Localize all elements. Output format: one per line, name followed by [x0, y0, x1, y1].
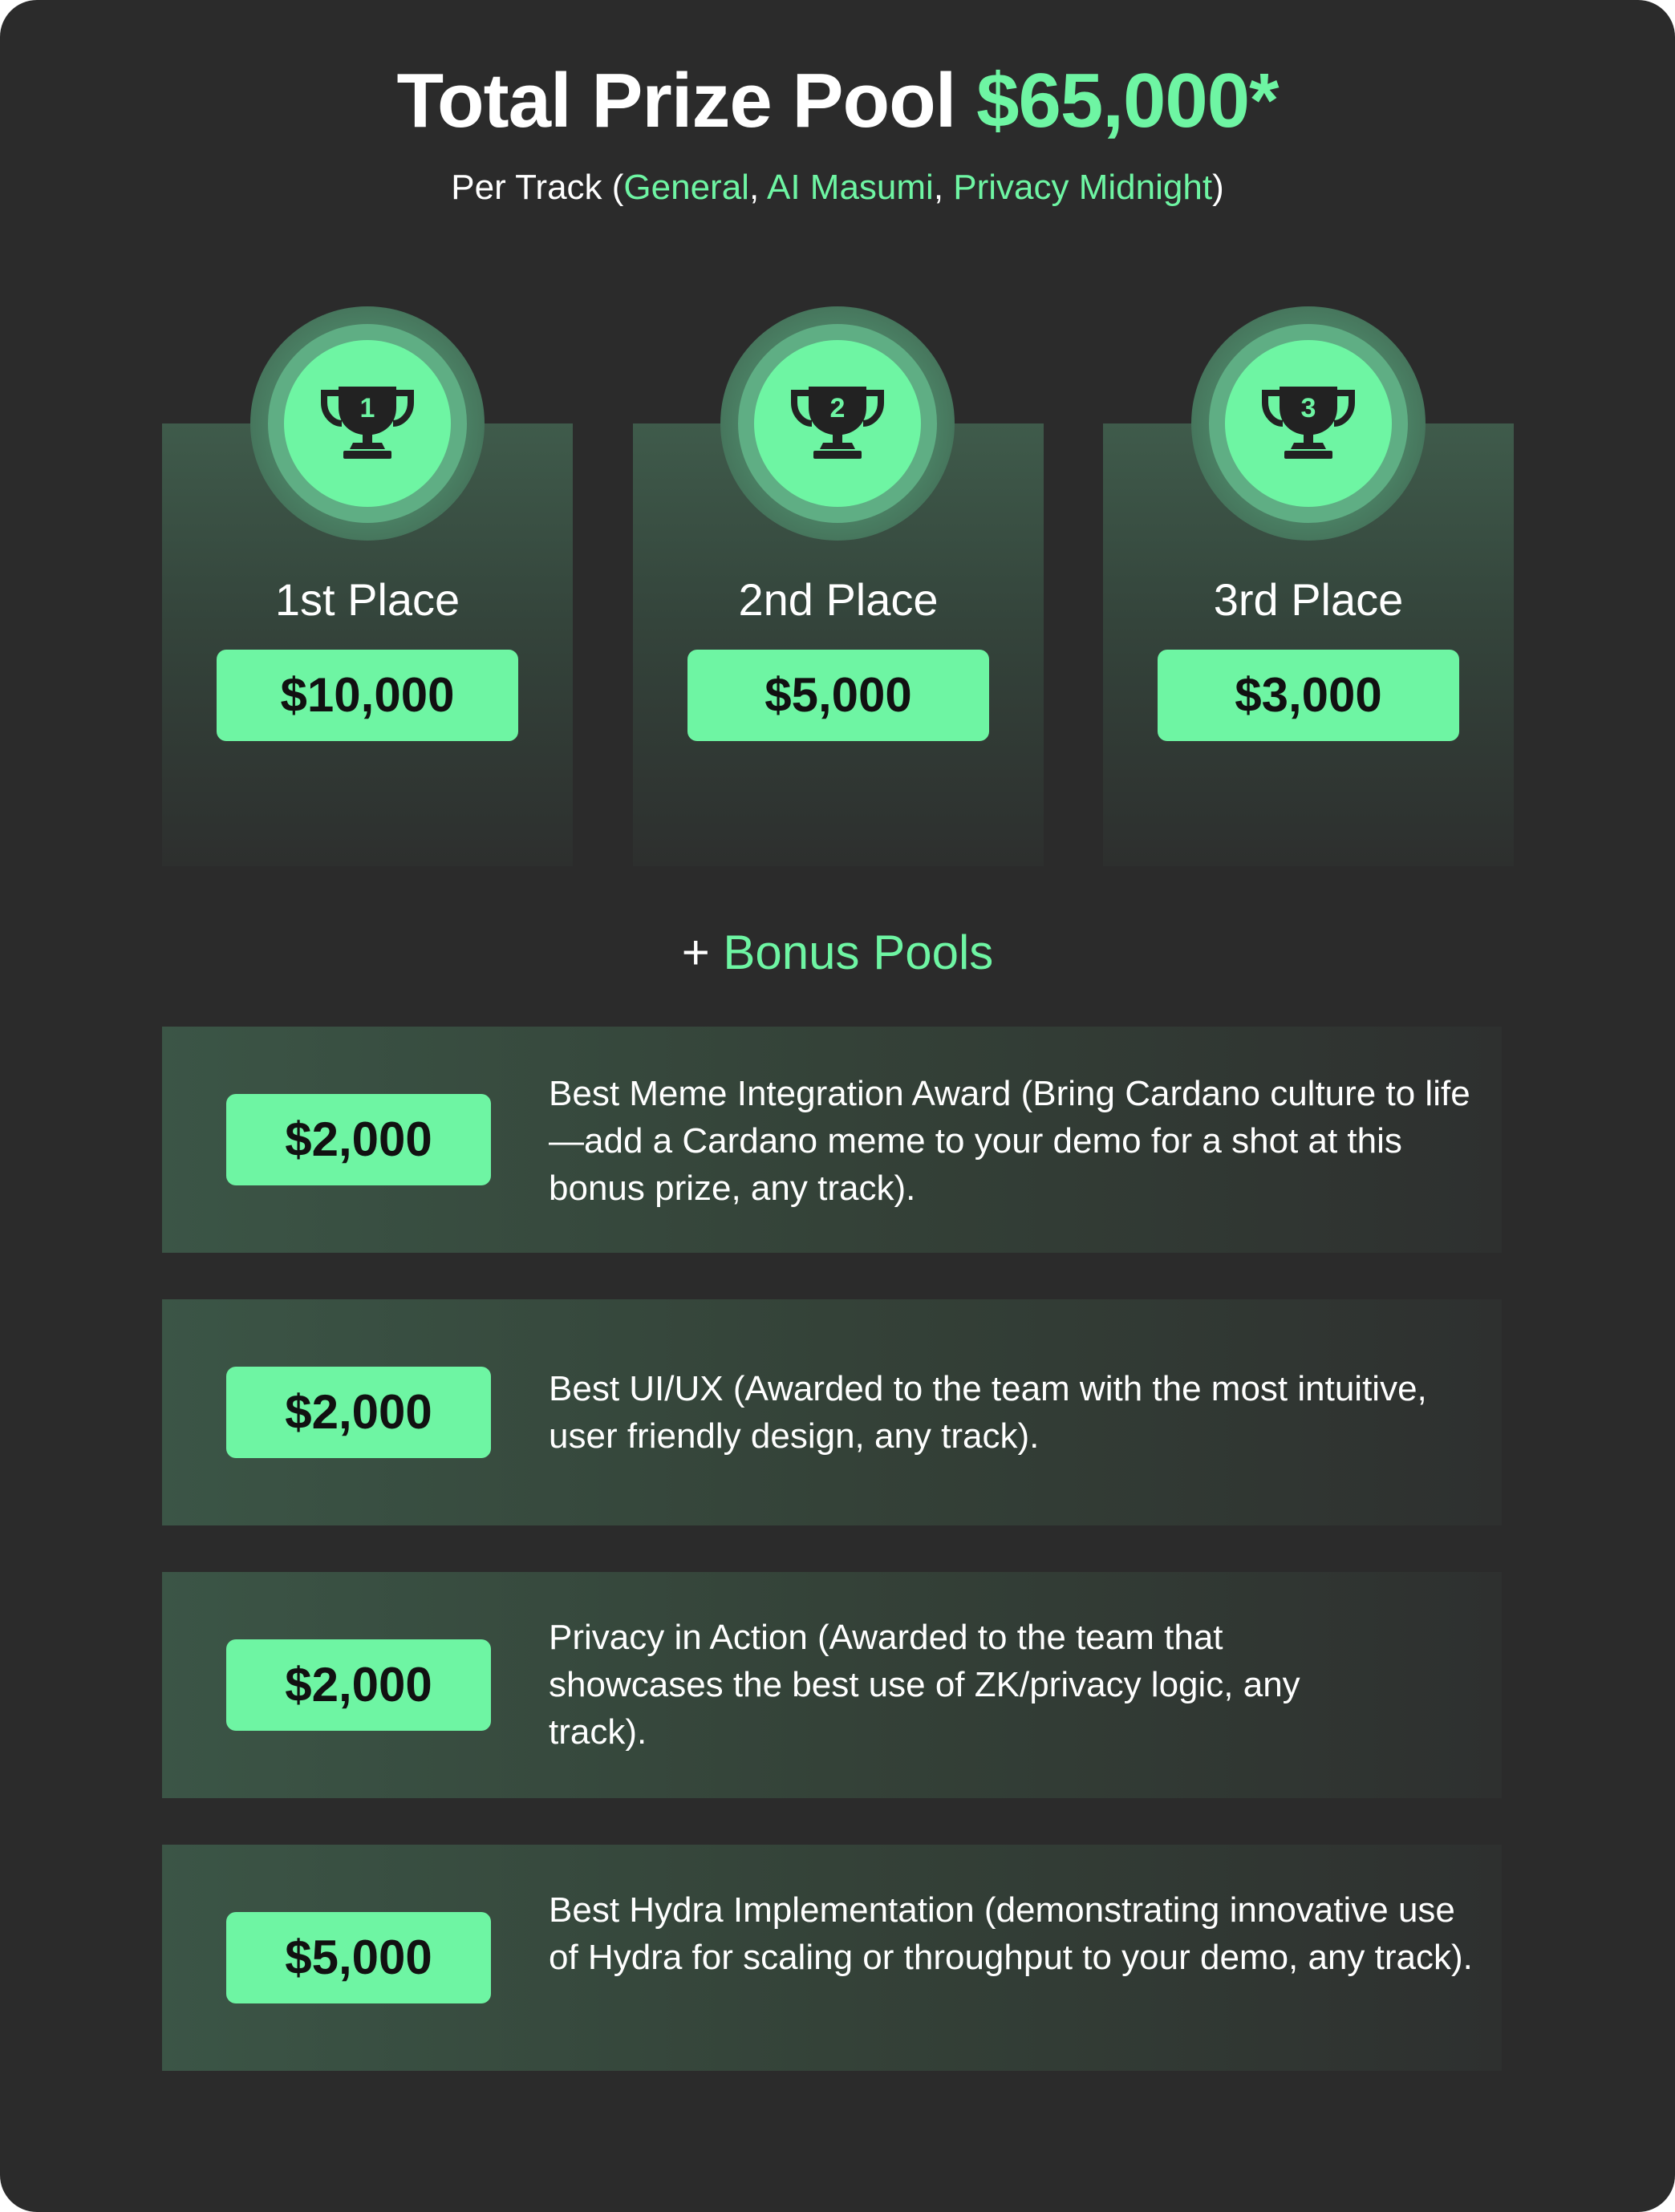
- page-title: Total Prize Pool $65,000*: [0, 63, 1675, 140]
- rank-number: 3: [1301, 393, 1316, 423]
- separator: ,: [748, 168, 767, 207]
- trophy-icon: 3: [1262, 387, 1355, 459]
- bonus-row-privacy: $2,000 Privacy in Action (Awarded to the…: [162, 1572, 1502, 1798]
- place-label-2: 2nd Place: [738, 574, 939, 625]
- trophy-badge-2: 2: [720, 306, 955, 541]
- total-amount: $65,000*: [976, 58, 1279, 144]
- place-amount-3: $3,000: [1158, 650, 1459, 741]
- bonus-description: Privacy in Action (Awarded to the team t…: [549, 1618, 1300, 1752]
- bonus-amount: $2,000: [226, 1367, 491, 1458]
- bonus-amount: $2,000: [226, 1639, 491, 1731]
- bonus-heading: + Bonus Pools: [0, 929, 1675, 977]
- separator: ,: [933, 168, 954, 207]
- subtitle-suffix: ): [1212, 168, 1224, 207]
- track-ai-masumi: AI Masumi: [767, 168, 934, 207]
- plus-sign: +: [681, 926, 724, 979]
- trophy-icon: 1: [321, 387, 414, 459]
- bonus-amount: $2,000: [226, 1094, 491, 1185]
- bonus-row-meme: $2,000 Best Meme Integration Award (Brin…: [162, 1027, 1502, 1253]
- trophy-icon: 2: [791, 387, 884, 459]
- rank-number: 2: [830, 393, 846, 423]
- place-label-3: 3rd Place: [1213, 574, 1404, 625]
- trophy-badge-1: 1: [250, 306, 485, 541]
- subtitle: Per Track (General, AI Masumi, Privacy M…: [0, 170, 1675, 205]
- bonus-description: Best UI/UX (Awarded to the team with the…: [549, 1369, 1427, 1456]
- rank-number: 1: [360, 393, 375, 423]
- subtitle-prefix: Per Track (: [451, 168, 624, 207]
- title-prefix: Total Prize Pool: [396, 58, 956, 144]
- prize-pool-card: Total Prize Pool $65,000* Per Track (Gen…: [0, 0, 1675, 2212]
- bonus-description: Best Hydra Implementation (demonstrating…: [549, 1890, 1473, 1977]
- place-amount-2: $5,000: [687, 650, 989, 741]
- place-label-1: 1st Place: [274, 574, 460, 625]
- place-amount-1: $10,000: [217, 650, 518, 741]
- bonus-row-hydra: $5,000 Best Hydra Implementation (demons…: [162, 1845, 1502, 2071]
- bonus-heading-text: Bonus Pools: [723, 926, 994, 979]
- trophy-badge-3: 3: [1191, 306, 1426, 541]
- bonus-amount: $5,000: [226, 1912, 491, 2003]
- track-privacy-midnight: Privacy Midnight: [953, 168, 1213, 207]
- track-general: General: [623, 168, 749, 207]
- bonus-description: Best Meme Integration Award (Bring Carda…: [549, 1074, 1470, 1208]
- bonus-row-uiux: $2,000 Best UI/UX (Awarded to the team w…: [162, 1299, 1502, 1525]
